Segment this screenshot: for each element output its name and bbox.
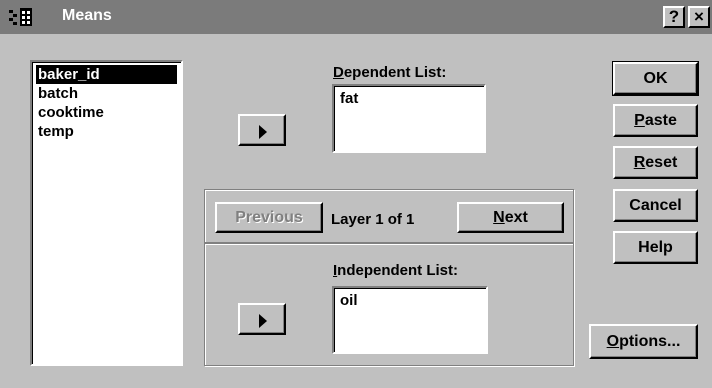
list-item[interactable]: batch xyxy=(36,84,177,103)
ok-button[interactable]: OK xyxy=(612,61,699,96)
reset-button-label: Reset xyxy=(633,153,678,171)
reset-button[interactable]: Reset xyxy=(613,146,698,179)
list-item[interactable]: temp xyxy=(36,122,177,141)
means-app-icon xyxy=(9,8,32,26)
independent-list[interactable]: oil xyxy=(332,286,488,354)
layer-status: Layer 1 of 1 xyxy=(331,211,415,228)
title-bar[interactable]: Means ? × xyxy=(0,0,712,34)
right-arrow-icon xyxy=(259,314,267,328)
previous-button-label: Previous xyxy=(235,208,303,226)
right-arrow-icon xyxy=(259,125,267,139)
dependent-list-label: Dependent List: xyxy=(333,64,447,81)
list-item[interactable]: oil xyxy=(338,291,482,310)
options-button-label: Options... xyxy=(606,332,681,350)
list-item[interactable]: cooktime xyxy=(36,103,177,122)
help-button[interactable]: Help xyxy=(613,231,698,264)
previous-button[interactable]: Previous xyxy=(215,202,323,233)
move-to-independent-button[interactable] xyxy=(238,303,286,335)
independent-list-label: Independent List: xyxy=(333,262,458,279)
close-button[interactable]: × xyxy=(688,6,710,28)
window-title: Means xyxy=(62,7,112,24)
options-button[interactable]: Options... xyxy=(589,324,698,359)
dependent-list[interactable]: fat xyxy=(332,84,486,153)
list-item[interactable]: fat xyxy=(338,89,480,108)
context-help-button[interactable]: ? xyxy=(663,6,685,28)
variable-list[interactable]: baker_id batch cooktime temp xyxy=(30,60,183,366)
paste-button-label: Paste xyxy=(634,111,677,129)
cancel-button[interactable]: Cancel xyxy=(613,189,698,222)
next-button-label: Next xyxy=(493,208,528,226)
move-to-dependent-button[interactable] xyxy=(238,114,286,146)
list-item[interactable]: baker_id xyxy=(36,65,177,84)
next-button[interactable]: Next xyxy=(457,202,564,233)
paste-button[interactable]: Paste xyxy=(613,104,698,137)
